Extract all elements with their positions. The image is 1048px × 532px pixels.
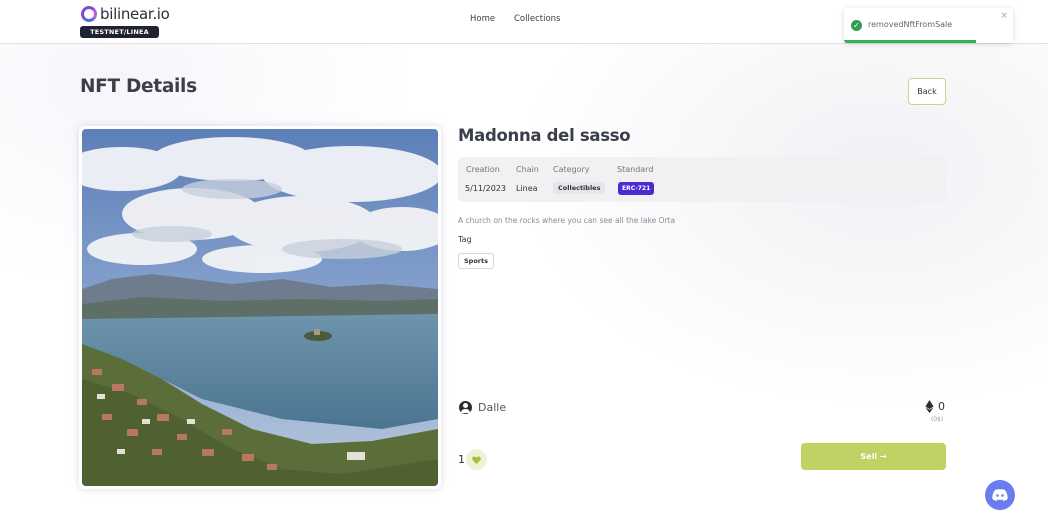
bilinear-ring-icon <box>81 6 97 22</box>
nft-name: Madonna del sasso <box>458 126 631 145</box>
category-pill: Collectibles <box>553 182 606 194</box>
back-button[interactable]: Back <box>908 78 946 105</box>
tag-pill[interactable]: Sports <box>458 253 494 269</box>
creation-value: 5/11/2023 <box>465 184 507 193</box>
creation-label: Creation <box>466 165 500 174</box>
brand-name: bilinear.io <box>100 5 170 23</box>
owner-name: Dalle <box>478 401 507 414</box>
toast-progress-bar <box>844 40 976 43</box>
price-usd: (0$) <box>931 416 944 423</box>
nft-image-card <box>79 126 441 489</box>
page-title: NFT Details <box>80 76 197 97</box>
price: 0 <box>925 400 945 413</box>
standard-pill: ERC-721 <box>618 182 655 195</box>
nft-description: A church on the rocks where you can see … <box>458 216 676 225</box>
like-count: 1 <box>458 453 465 466</box>
ethereum-icon <box>925 400 934 413</box>
standard-label: Standard <box>617 165 654 174</box>
check-circle-icon: ✓ <box>851 20 862 31</box>
chain-label: Chain <box>516 165 539 174</box>
sell-button[interactable]: Sell → <box>801 443 946 470</box>
discord-chat-button[interactable] <box>985 480 1015 510</box>
discord-icon <box>992 489 1008 501</box>
nft-image <box>82 129 438 486</box>
close-icon[interactable]: × <box>1000 11 1008 21</box>
like-button[interactable] <box>466 449 487 470</box>
toast-notification: ✓ removedNftFromSale × <box>844 8 1013 43</box>
user-circle-icon <box>459 401 472 414</box>
nft-meta-box: Creation 5/11/2023 Chain Linea Category … <box>458 157 946 202</box>
chain-value: Linea <box>516 184 538 193</box>
owner[interactable]: Dalle <box>459 401 506 414</box>
nav-home-link[interactable]: Home <box>470 14 495 24</box>
network-badge: TESTNET/LINEA <box>80 26 159 38</box>
nav-collections-link[interactable]: Collections <box>514 14 560 24</box>
category-label: Category <box>553 165 590 174</box>
brand-logo[interactable]: bilinear.io <box>81 5 170 23</box>
tag-label: Tag <box>458 235 472 244</box>
toast-message: removedNftFromSale <box>868 20 953 29</box>
heart-icon <box>472 455 481 464</box>
price-value: 0 <box>938 400 945 413</box>
